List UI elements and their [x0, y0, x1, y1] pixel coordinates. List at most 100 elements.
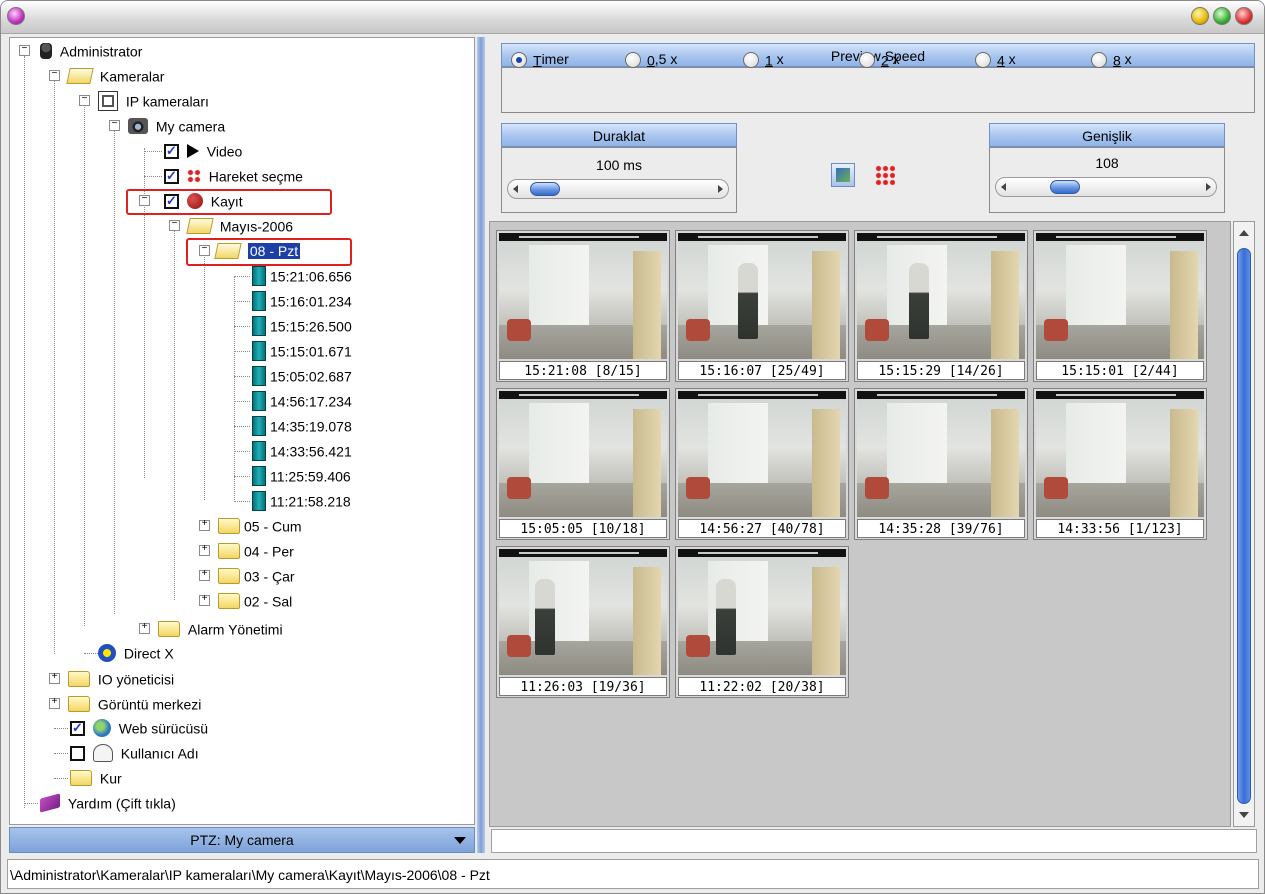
image-view-button[interactable] — [831, 163, 855, 187]
collapse-toggle[interactable]: − — [49, 70, 60, 81]
overlay-bar — [499, 549, 667, 557]
tree-item-recording[interactable]: 14:56:17.234 — [252, 389, 352, 412]
ptz-dropdown[interactable]: PTZ: My camera — [9, 827, 475, 853]
expand-toggle[interactable]: + — [49, 673, 60, 684]
slider-right-icon[interactable] — [718, 185, 723, 193]
close-button[interactable] — [1235, 7, 1253, 25]
tree-item-recording[interactable]: 14:33:56.421 — [252, 439, 352, 462]
collapse-toggle[interactable]: − — [79, 95, 90, 106]
video-file-icon — [252, 316, 266, 337]
recording-thumbnail[interactable]: 11:22:02 [20/38] — [675, 546, 849, 698]
user-checkbox[interactable]: ✓ — [70, 745, 85, 761]
radio-circle[interactable] — [975, 52, 991, 69]
person-figure — [716, 579, 736, 655]
recording-thumbnail[interactable]: 15:16:07 [25/49] — [675, 230, 849, 382]
video-checkbox[interactable]: ✓ — [164, 143, 179, 159]
collapse-toggle[interactable]: − — [19, 45, 30, 56]
wall-shape — [887, 403, 947, 483]
web-checkbox[interactable]: ✓ — [70, 720, 85, 736]
tree-label: 02 - Sal — [244, 593, 293, 610]
tree-item-video[interactable]: ✓ Video — [164, 139, 242, 161]
tree-item-web[interactable]: ✓ Web sürücüsü — [70, 716, 208, 738]
tree-item-recording[interactable]: 11:21:58.218 — [252, 489, 351, 512]
slider-right-icon[interactable] — [1206, 183, 1211, 191]
minimize-button[interactable] — [1191, 7, 1209, 25]
tree-item-recording[interactable]: 14:35:19.078 — [252, 414, 352, 437]
thumbnail-image — [499, 549, 667, 675]
collapse-toggle[interactable]: − — [169, 220, 180, 231]
speed-radio[interactable]: 0,5 x — [625, 49, 677, 69]
speed-radio[interactable]: Timer — [511, 49, 569, 69]
tree-item-day[interactable]: 02 - Sal — [218, 589, 292, 611]
radio-circle[interactable] — [743, 52, 759, 69]
radio-circle[interactable] — [859, 52, 875, 69]
radio-circle[interactable] — [625, 52, 641, 69]
tree-item-kur[interactable]: Kur — [70, 766, 122, 788]
tree-item-kullanici[interactable]: ✓ Kullanıcı Adı — [70, 741, 199, 763]
panel-splitter[interactable] — [477, 37, 485, 853]
chevron-down-icon — [454, 837, 466, 844]
slider-left-icon[interactable] — [513, 185, 518, 193]
recording-thumbnail[interactable]: 15:15:01 [2/44] — [1033, 230, 1207, 382]
expand-toggle[interactable]: + — [199, 520, 210, 531]
radio-label: 0,5 x — [647, 51, 678, 69]
tree-item-hareket-secme[interactable]: ✓ Hareket seçme — [164, 164, 303, 186]
expand-toggle[interactable]: + — [199, 570, 210, 581]
genislik-slider[interactable] — [995, 177, 1217, 197]
tree-item-kameralar[interactable]: Kameralar — [66, 64, 164, 86]
radio-circle[interactable] — [511, 52, 527, 69]
tree-item-day[interactable]: 04 - Per — [218, 539, 294, 561]
recording-thumbnail[interactable]: 11:26:03 [19/36] — [496, 546, 670, 698]
recording-thumbnail[interactable]: 15:21:08 [8/15] — [496, 230, 670, 382]
scroll-thumb[interactable] — [1237, 248, 1251, 804]
tree-item-day[interactable]: 03 - Çar — [218, 564, 295, 586]
expand-toggle[interactable]: + — [139, 623, 150, 634]
thumbnail-image — [678, 233, 846, 359]
recording-thumbnail[interactable]: 15:05:05 [10/18] — [496, 388, 670, 540]
tree-item-recording[interactable]: 15:16:01.234 — [252, 289, 352, 312]
motion-view-button[interactable] — [873, 163, 897, 187]
thumbnail-caption: 14:56:27 [40/78] — [678, 519, 846, 538]
speed-radio[interactable]: 2 x — [859, 49, 900, 69]
tree-item-recording[interactable]: 15:05:02.687 — [252, 364, 352, 387]
tree-item-yardim[interactable]: Yardım (Çift tıkla) — [40, 791, 176, 813]
speed-radio[interactable]: 8 x — [1091, 49, 1132, 69]
tree-guide — [54, 728, 68, 729]
tree-item-goruntu[interactable]: Görüntü merkezi — [68, 692, 201, 714]
window-menu-button[interactable] — [7, 7, 25, 25]
speed-radio[interactable]: 4 x — [975, 49, 1016, 69]
recording-thumbnail[interactable]: 14:35:28 [39/76] — [854, 388, 1028, 540]
tree-item-io[interactable]: IO yöneticisi — [68, 667, 174, 689]
tree-item-administrator[interactable]: Administrator — [40, 39, 142, 61]
expand-toggle[interactable]: + — [49, 698, 60, 709]
recording-thumbnail[interactable]: 15:15:29 [14/26] — [854, 230, 1028, 382]
speed-radio[interactable]: 1 x — [743, 49, 784, 69]
tree-item-recording[interactable]: 15:15:26.500 — [252, 314, 352, 337]
recording-thumbnail[interactable]: 14:33:56 [1/123] — [1033, 388, 1207, 540]
slider-thumb[interactable] — [1050, 180, 1080, 194]
maximize-button[interactable] — [1213, 7, 1231, 25]
tree-item-recording[interactable]: 15:15:01.671 — [252, 339, 352, 362]
scroll-up-icon[interactable] — [1239, 230, 1249, 236]
play-icon — [186, 144, 199, 159]
vertical-scrollbar[interactable] — [1233, 221, 1255, 827]
tree-item-my-camera[interactable]: My camera — [128, 114, 225, 136]
recording-thumbnail[interactable]: 14:56:27 [40/78] — [675, 388, 849, 540]
tree-item-recording[interactable]: 15:21:06.656 — [252, 264, 352, 287]
motion-checkbox[interactable]: ✓ — [164, 168, 179, 184]
slider-left-icon[interactable] — [1001, 183, 1006, 191]
tree-item-day[interactable]: 05 - Cum — [218, 514, 302, 536]
expand-toggle[interactable]: + — [199, 595, 210, 606]
expand-toggle[interactable]: + — [199, 545, 210, 556]
collapse-toggle[interactable]: − — [109, 120, 120, 131]
slider-thumb[interactable] — [530, 182, 560, 196]
video-file-icon — [252, 266, 266, 287]
tree-item-mayis-2006[interactable]: Mayıs-2006 — [186, 214, 293, 236]
tree-item-alarm[interactable]: Alarm Yönetimi — [158, 617, 283, 639]
radio-circle[interactable] — [1091, 52, 1107, 69]
tree-item-recording[interactable]: 11:25:59.406 — [252, 464, 351, 487]
duraklat-slider[interactable] — [507, 179, 729, 199]
tree-item-ip-kameralari[interactable]: IP kameraları — [98, 89, 209, 112]
scroll-down-icon[interactable] — [1239, 812, 1249, 818]
tree-item-directx[interactable]: Direct X — [98, 641, 174, 663]
